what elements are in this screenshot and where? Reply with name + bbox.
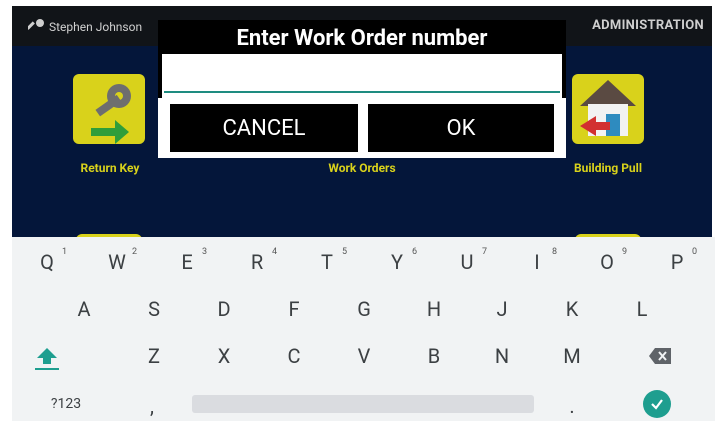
work-orders-label[interactable]: Work Orders — [304, 161, 420, 175]
key-h[interactable]: H — [412, 288, 456, 330]
user-name: Stephen Johnson — [49, 20, 143, 34]
key-t[interactable]: T5 — [305, 241, 349, 283]
key-l[interactable]: L — [620, 288, 664, 330]
key-k[interactable]: K — [550, 288, 594, 330]
ok-button[interactable]: OK — [368, 104, 554, 152]
key-u[interactable]: U7 — [445, 241, 489, 283]
shift-key[interactable] — [25, 335, 69, 377]
backspace-icon — [649, 348, 671, 364]
key-w[interactable]: W2 — [95, 241, 139, 283]
key-n[interactable]: N — [480, 335, 524, 377]
key-s[interactable]: S — [132, 288, 176, 330]
key-j[interactable]: J — [480, 288, 524, 330]
check-icon — [651, 399, 663, 410]
input-underline — [164, 91, 560, 93]
work-order-input-area[interactable] — [162, 54, 562, 98]
key-i[interactable]: I8 — [515, 241, 559, 283]
backspace-key[interactable] — [638, 335, 682, 377]
soft-keyboard: Q1 W2 E3 R4 T5 Y6 U7 I8 O9 P0 A S D F G … — [12, 237, 715, 421]
key-y[interactable]: Y6 — [375, 241, 419, 283]
return-key-tile[interactable] — [73, 74, 145, 144]
key-c[interactable]: C — [272, 335, 316, 377]
key-m[interactable]: M — [550, 335, 594, 377]
key-a[interactable]: A — [62, 288, 106, 330]
key-v[interactable]: V — [342, 335, 386, 377]
building-pull-label: Building Pull — [573, 161, 643, 175]
key-icon — [28, 19, 44, 30]
key-z[interactable]: Z — [132, 335, 176, 377]
key-x[interactable]: X — [202, 335, 246, 377]
key-p[interactable]: P0 — [655, 241, 699, 283]
building-pull-tile[interactable] — [572, 74, 644, 144]
key-o[interactable]: O9 — [585, 241, 629, 283]
cancel-button[interactable]: CANCEL — [170, 104, 358, 152]
key-f[interactable]: F — [272, 288, 316, 330]
shift-icon — [35, 348, 59, 370]
key-r[interactable]: R4 — [235, 241, 279, 283]
role-label[interactable]: ADMINISTRATION — [592, 18, 704, 33]
dialog-title: Enter Work Order number — [236, 26, 488, 51]
key-q[interactable]: Q1 — [25, 241, 69, 283]
enter-key[interactable] — [643, 390, 671, 418]
key-d[interactable]: D — [202, 288, 246, 330]
return-key-label: Return Key — [80, 161, 140, 175]
work-order-input[interactable] — [168, 60, 558, 88]
user-info: Stephen Johnson — [28, 18, 142, 36]
symbols-key[interactable]: ?123 — [36, 383, 96, 425]
key-b[interactable]: B — [412, 335, 456, 377]
key-g[interactable]: G — [342, 288, 386, 330]
key-e[interactable]: E3 — [165, 241, 209, 283]
work-order-dialog: Enter Work Order number CANCEL OK — [158, 20, 566, 158]
key-return-icon — [91, 84, 131, 144]
space-bar[interactable] — [192, 395, 534, 413]
building-pull-icon — [580, 80, 636, 136]
dialog-buttons: CANCEL OK — [158, 98, 566, 158]
